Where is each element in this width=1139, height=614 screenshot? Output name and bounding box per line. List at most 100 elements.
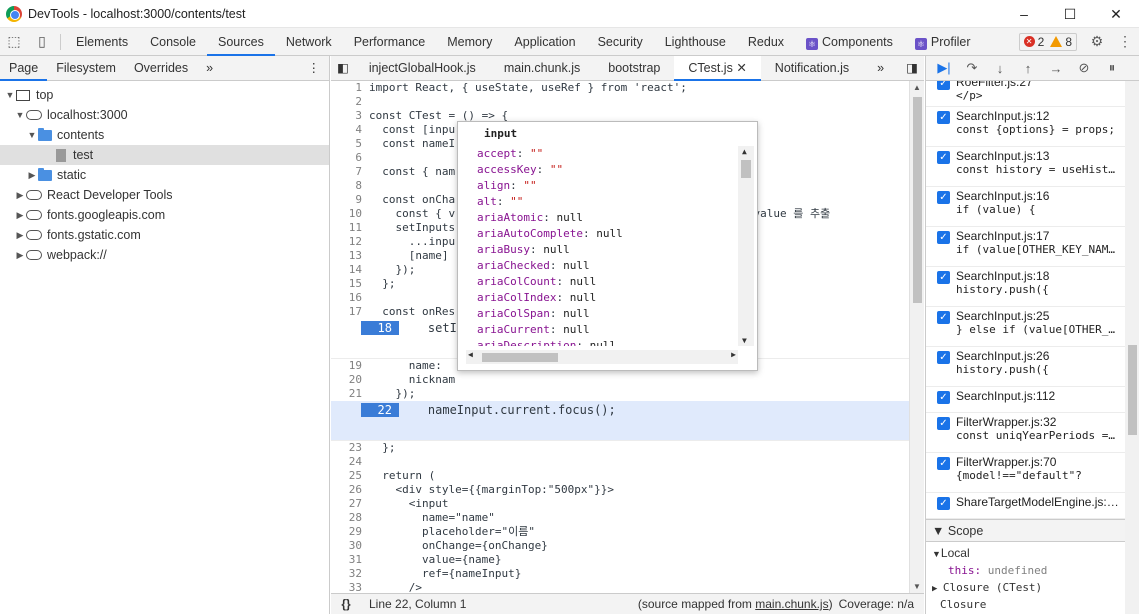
scroll-up-icon[interactable]: ▲ — [742, 147, 747, 156]
code-line[interactable]: 21 }); — [331, 387, 909, 401]
sidebar-scrollbar[interactable] — [1125, 81, 1139, 614]
breakpoint-checkbox[interactable]: ✓ — [937, 311, 950, 324]
tab-sources[interactable]: Sources — [206, 28, 275, 56]
breakpoint-checkbox[interactable]: ✓ — [937, 391, 950, 404]
popup-property[interactable]: ariaAtomic: null — [458, 210, 738, 226]
toggle-navigator-icon[interactable]: ◧ — [331, 56, 355, 81]
breakpoint-item[interactable]: ✓ SearchInput.js:16 if (value) { — [926, 187, 1125, 227]
tab-memory[interactable]: Memory — [436, 28, 503, 56]
maximize-button[interactable]: ☐ — [1047, 0, 1093, 28]
breakpoint-item[interactable]: ✓ ShareTargetModelEngine.js:… — [926, 493, 1125, 519]
tab-components[interactable]: ⚛ Components — [795, 28, 904, 56]
tab-performance[interactable]: Performance — [343, 28, 437, 56]
tab-overrides[interactable]: Overrides — [125, 56, 197, 81]
line-number[interactable]: 6 — [331, 151, 369, 165]
tab-page[interactable]: Page — [0, 56, 48, 81]
code-line[interactable]: 32 ref={nameInput} — [331, 567, 909, 581]
tab-console[interactable]: Console — [139, 28, 207, 56]
popup-hscroll-thumb[interactable] — [482, 353, 558, 362]
line-number[interactable]: 9 — [331, 193, 369, 207]
line-number[interactable]: 21 — [331, 387, 369, 401]
settings-gear-icon[interactable]: ⚙ — [1083, 28, 1111, 56]
breakpoint-checkbox[interactable]: ✓ — [937, 351, 950, 364]
line-number[interactable]: 30 — [331, 539, 369, 553]
collapsed-arrow-icon[interactable]: ▶ — [14, 230, 26, 241]
breakpoint-checkbox[interactable]: ✓ — [937, 81, 950, 90]
close-tab-icon[interactable]: ✕ — [736, 61, 746, 75]
issues-badge[interactable]: ✕ 2 8 — [1018, 32, 1077, 51]
collapsed-arrow-icon[interactable]: ▶ — [14, 250, 26, 261]
tab-security[interactable]: Security — [587, 28, 654, 56]
tree-item-localhost[interactable]: ▼ localhost:3000 — [0, 105, 329, 125]
code-line[interactable]: 28 name="name" — [331, 511, 909, 525]
line-number[interactable]: 15 — [331, 277, 369, 291]
editor-scroll-thumb[interactable] — [913, 97, 922, 303]
step-into-icon[interactable]: ↓ — [986, 61, 1014, 76]
scroll-down-icon[interactable]: ▼ — [742, 336, 747, 345]
tree-item-webpack[interactable]: ▶ webpack:// — [0, 245, 329, 265]
scope-header[interactable]: ▼ Scope — [926, 519, 1125, 542]
scroll-left-icon[interactable]: ◀ — [468, 350, 473, 359]
breakpoint-item[interactable]: ✓ SearchInput.js:18 history.push({ — [926, 267, 1125, 307]
breakpoint-item[interactable]: ✓ FilterWrapper.js:32 const uniqYearPeriod… — [926, 413, 1125, 453]
line-number[interactable]: 24 — [331, 455, 369, 469]
navigator-menu-icon[interactable]: ⋮ — [299, 56, 330, 81]
popup-property-list[interactable]: accept: "" accessKey: "" align: "" alt: "" a… — [458, 146, 738, 346]
line-number[interactable]: 23 — [331, 441, 369, 455]
more-options-icon[interactable]: ⋮ — [1111, 28, 1139, 56]
popup-property[interactable]: ariaChecked: null — [458, 258, 738, 274]
line-number[interactable]: 18 — [361, 321, 399, 335]
device-toolbar-icon[interactable]: ▯ — [28, 28, 56, 56]
code-line[interactable]: 20 nicknam — [331, 373, 909, 387]
code-line[interactable]: 22 nameInput.current.focus(); — [331, 401, 909, 441]
line-number[interactable]: 20 — [331, 373, 369, 387]
tree-item-static[interactable]: ▶ static — [0, 165, 329, 185]
scroll-up-icon[interactable]: ▲ — [913, 83, 921, 92]
tab-lighthouse[interactable]: Lighthouse — [654, 28, 737, 56]
breakpoint-item[interactable]: ✓ SearchInput.js:13 const history = useHis… — [926, 147, 1125, 187]
line-number[interactable]: 12 — [331, 235, 369, 249]
file-tab[interactable]: injectGlobalHook.js — [355, 56, 490, 81]
toggle-debugger-icon[interactable]: ◨ — [898, 56, 926, 81]
tab-profiler[interactable]: ⚛ Profiler — [904, 28, 982, 56]
resume-icon[interactable]: ▶| — [930, 60, 958, 76]
breakpoint-item[interactable]: ✓ SearchInput.js:25} else if (value[OTHER… — [926, 307, 1125, 347]
tree-item-top[interactable]: ▼ top — [0, 85, 329, 105]
scope-this-row[interactable]: this: undefined — [926, 562, 1125, 579]
breakpoint-item[interactable]: ✓ SearchInput.js:12 const {options} = prop… — [926, 107, 1125, 147]
tree-item-googleapis[interactable]: ▶ fonts.googleapis.com — [0, 205, 329, 225]
tree-item-test[interactable]: test — [0, 145, 329, 165]
expanded-arrow-icon[interactable]: ▼ — [26, 130, 38, 140]
tab-elements[interactable]: Elements — [65, 28, 139, 56]
file-tab-active[interactable]: CTest.js ✕ — [674, 55, 761, 81]
popup-property[interactable]: ariaCurrent: null — [458, 322, 738, 338]
scope-closure-ctest[interactable]: ▶ Closure (CTest) — [926, 579, 1125, 596]
expanded-arrow-icon[interactable]: ▼ — [14, 110, 26, 120]
line-number[interactable]: 16 — [331, 291, 369, 305]
code-line[interactable]: 27 <input — [331, 497, 909, 511]
breakpoint-checkbox[interactable]: ✓ — [937, 417, 950, 430]
breakpoint-checkbox[interactable]: ✓ — [937, 111, 950, 124]
object-preview-popup[interactable]: input accept: "" accessKey: "" align: "" al… — [457, 121, 758, 371]
tab-network[interactable]: Network — [275, 28, 343, 56]
line-number[interactable]: 3 — [331, 109, 369, 123]
line-number[interactable]: 33 — [331, 581, 369, 593]
line-number[interactable]: 25 — [331, 469, 369, 483]
tab-redux[interactable]: Redux — [737, 28, 795, 56]
line-number[interactable]: 13 — [331, 249, 369, 263]
code-line[interactable]: 31 value={name} — [331, 553, 909, 567]
popup-property[interactable]: ariaColIndex: null — [458, 290, 738, 306]
tab-filesystem[interactable]: Filesystem — [47, 56, 125, 81]
tree-item-contents[interactable]: ▼ contents — [0, 125, 329, 145]
line-number[interactable]: 5 — [331, 137, 369, 151]
line-number[interactable]: 11 — [331, 221, 369, 235]
line-number[interactable]: 31 — [331, 553, 369, 567]
file-tab[interactable]: bootstrap — [594, 56, 674, 81]
popup-horizontal-scrollbar[interactable]: ◀ ▶ — [466, 350, 738, 364]
close-window-button[interactable]: ✕ — [1093, 0, 1139, 28]
line-number[interactable]: 26 — [331, 483, 369, 497]
popup-property[interactable]: ariaDescription: null — [458, 338, 738, 346]
popup-property[interactable]: accept: "" — [458, 146, 738, 162]
breakpoint-checkbox[interactable]: ✓ — [937, 497, 950, 510]
code-line[interactable]: 23 }; — [331, 441, 909, 455]
